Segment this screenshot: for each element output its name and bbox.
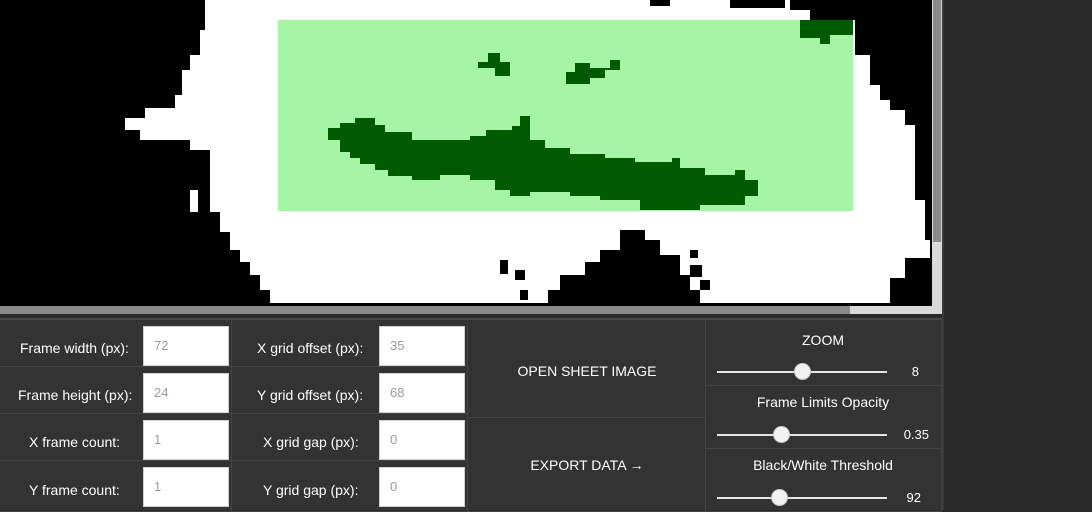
horizontal-scroll-track[interactable] (850, 306, 932, 314)
open-sheet-image-button[interactable]: OPEN SHEET IMAGE (468, 363, 706, 379)
horizontal-scrollbar[interactable] (0, 306, 932, 314)
vertical-scroll-thumb[interactable] (933, 0, 941, 242)
y-grid-offset-row: Y grid offset (px): 68 (232, 367, 468, 414)
y-grid-gap-label: Y grid gap (px): (263, 482, 359, 498)
open-sheet-cell: OPEN SHEET IMAGE (468, 320, 706, 418)
sprite-preview (125, 0, 930, 303)
x-grid-offset-row: X grid offset (px): 35 (232, 320, 468, 367)
x-grid-gap-label: X grid gap (px): (263, 434, 359, 450)
frame-height-row: Frame height (px): 24 (0, 367, 232, 414)
y-frame-count-input[interactable]: 1 (143, 467, 229, 507)
opacity-slider-track[interactable] (717, 434, 887, 436)
y-grid-offset-input[interactable]: 68 (379, 373, 465, 413)
threshold-value: 92 (906, 490, 921, 505)
frame-height-input[interactable]: 24 (143, 373, 229, 413)
zoom-slider-thumb[interactable] (794, 364, 810, 379)
opacity-value: 0.35 (903, 427, 929, 442)
frame-height-label: Frame height (px): (18, 387, 133, 403)
x-grid-offset-input[interactable]: 35 (379, 326, 465, 366)
frame-width-row: Frame width (px): 72 (0, 320, 232, 367)
threshold-title: Black/White Threshold (753, 457, 893, 473)
export-data-button[interactable]: EXPORT DATA → (468, 457, 706, 473)
x-frame-count-input[interactable]: 1 (143, 420, 229, 460)
x-frame-count-row: X frame count: 1 (0, 414, 232, 461)
export-cell: EXPORT DATA → (468, 418, 706, 512)
vertical-scrollbar[interactable] (932, 0, 942, 314)
sheet-canvas[interactable] (0, 0, 932, 306)
zoom-slider-cell: ZOOM 8 (706, 320, 942, 386)
x-grid-offset-label: X grid offset (px): (257, 340, 364, 356)
y-grid-gap-row: Y grid gap (px): 0 (232, 461, 468, 512)
zoom-value: 8 (911, 364, 919, 379)
zoom-title: ZOOM (802, 332, 844, 348)
threshold-slider-track[interactable] (717, 497, 887, 499)
right-gutter (942, 0, 1092, 510)
opacity-slider-thumb[interactable] (774, 427, 790, 442)
threshold-slider-cell: Black/White Threshold 92 (706, 449, 942, 512)
x-grid-gap-row: X grid gap (px): 0 (232, 414, 468, 461)
controls-panel: Frame width (px): 72 Frame height (px): … (0, 318, 942, 512)
opacity-slider-cell: Frame Limits Opacity 0.35 (706, 386, 942, 449)
opacity-title: Frame Limits Opacity (756, 394, 890, 410)
frame-width-input[interactable]: 72 (143, 326, 229, 366)
x-grid-gap-input[interactable]: 0 (379, 420, 465, 460)
y-frame-count-label: Y frame count: (29, 482, 120, 498)
y-grid-offset-label: Y grid offset (px): (257, 387, 364, 403)
threshold-slider-thumb[interactable] (772, 490, 788, 505)
y-grid-gap-input[interactable]: 0 (379, 467, 465, 507)
frame-width-label: Frame width (px): (20, 340, 129, 356)
x-frame-count-label: X frame count: (29, 434, 121, 450)
y-frame-count-row: Y frame count: 1 (0, 461, 232, 512)
